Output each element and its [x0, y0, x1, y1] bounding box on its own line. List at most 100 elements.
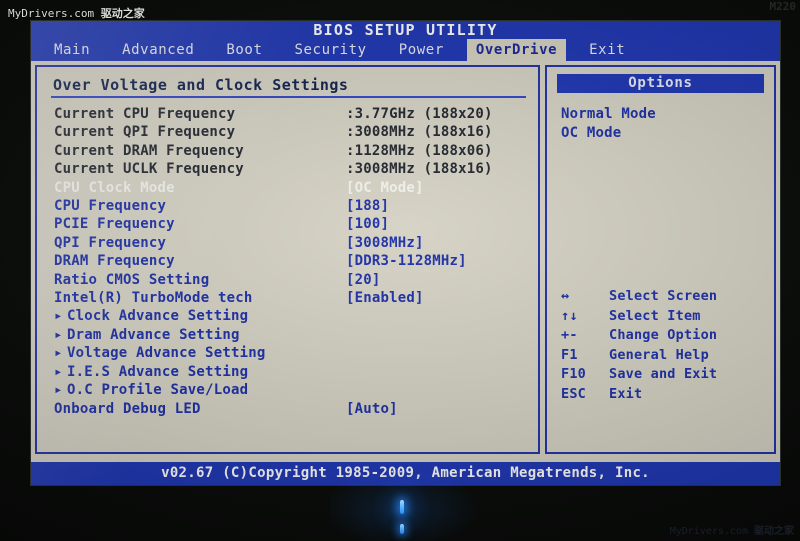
photograph-of-monitor: MyDrivers.com 驱动之家 M220 MyDrivers.com 驱动… [0, 0, 800, 541]
legend-general-help: F1 General Help [557, 346, 766, 366]
row-label: ▸ I.E.S Advance Setting [54, 363, 346, 381]
row-cpu-clock-mode[interactable]: CPU Clock Mode [OC Mode] [54, 179, 528, 197]
tab-power[interactable]: Power [390, 39, 453, 61]
row-label: ▸ Voltage Advance Setting [54, 344, 346, 362]
submenu-arrow-icon: ▸ [54, 326, 63, 343]
settings-list: Current CPU Frequency :3.77GHz (188x20) … [54, 105, 528, 418]
watermark-bottom-text-cn: 驱动之家 [754, 526, 794, 537]
row-voltage-advance-setting[interactable]: ▸ Voltage Advance Setting [54, 344, 528, 362]
row-label-text: Dram Advance Setting [67, 326, 240, 343]
row-value: [Auto] [346, 400, 398, 417]
tab-exit[interactable]: Exit [580, 39, 634, 61]
row-value: :3.77GHz (188x20) [346, 106, 493, 122]
row-dram-advance-setting[interactable]: ▸ Dram Advance Setting [54, 326, 528, 344]
menu-bar: Main Advanced Boot Security Power OverDr… [31, 39, 780, 61]
row-value: [Enabled] [346, 290, 424, 307]
plus-minus-key-icon: +- [561, 327, 578, 343]
legend-exit: ESC Exit [557, 385, 766, 405]
tab-advanced[interactable]: Advanced [113, 39, 203, 61]
panel-title: Over Voltage and Clock Settings [53, 76, 349, 94]
row-label: Ratio CMOS Setting [54, 271, 210, 288]
row-ies-advance-setting[interactable]: ▸ I.E.S Advance Setting [54, 363, 528, 381]
row-dram-frequency[interactable]: DRAM Frequency [DDR3-1128MHz] [54, 252, 528, 270]
up-down-arrow-icon: ↑↓ [561, 307, 578, 324]
tab-security[interactable]: Security [285, 39, 375, 61]
row-label: DRAM Frequency [54, 253, 175, 270]
row-current-dram-frequency: Current DRAM Frequency :1128MHz (188x06) [54, 142, 528, 160]
option-oc-mode[interactable]: OC Mode [561, 124, 766, 143]
submenu-arrow-icon: ▸ [54, 345, 63, 362]
legend-label: General Help [609, 346, 709, 363]
legend-label: Change Option [609, 327, 718, 343]
bios-screen: BIOS SETUP UTILITY Main Advanced Boot Se… [31, 21, 780, 485]
esc-key-icon: ESC [561, 385, 586, 402]
row-label-text: Voltage Advance Setting [67, 345, 266, 362]
row-clock-advance-setting[interactable]: ▸ Clock Advance Setting [54, 307, 528, 325]
legend-save-and-exit: F10 Save and Exit [557, 365, 766, 385]
row-oc-profile-save-load[interactable]: ▸ O.C Profile Save/Load [54, 381, 528, 399]
row-label: PCIE Frequency [54, 216, 175, 233]
options-list: Normal Mode OC Mode [561, 105, 766, 143]
row-current-qpi-frequency: Current QPI Frequency :3008MHz (188x16) [54, 123, 528, 141]
row-ratio-cmos-setting[interactable]: Ratio CMOS Setting [20] [54, 271, 528, 289]
options-header: Options [557, 74, 764, 93]
row-current-uclk-frequency: Current UCLK Frequency :3008MHz (188x16) [54, 160, 528, 178]
row-value: :3008MHz (188x16) [346, 161, 493, 178]
legend-label: Exit [609, 385, 643, 402]
row-value: [DDR3-1128MHz] [346, 253, 467, 270]
submenu-arrow-icon: ▸ [54, 308, 63, 325]
row-label: Current CPU Frequency [54, 106, 236, 122]
tab-overdrive[interactable]: OverDrive [466, 39, 567, 61]
legend-change-option: +- Change Option [557, 326, 766, 346]
row-label: Intel(R) TurboMode tech [54, 290, 253, 307]
left-right-arrow-icon: ↔ [561, 288, 570, 304]
row-onboard-debug-led[interactable]: Onboard Debug LED [Auto] [54, 400, 528, 418]
row-intel-turbomode-tech[interactable]: Intel(R) TurboMode tech [Enabled] [54, 289, 528, 307]
legend-label: Save and Exit [609, 366, 718, 382]
power-led-indicator [400, 500, 404, 514]
row-label: ▸ O.C Profile Save/Load [54, 381, 346, 399]
row-qpi-frequency[interactable]: QPI Frequency [3008MHz] [54, 234, 528, 252]
option-normal-mode[interactable]: Normal Mode [561, 105, 766, 124]
bios-body: Over Voltage and Clock Settings Current … [31, 61, 780, 456]
row-label-text: Clock Advance Setting [67, 308, 249, 325]
watermark-top-text: MyDrivers.com [8, 7, 101, 20]
watermark-bottom-text: MyDrivers.com [669, 526, 754, 537]
row-value: [20] [346, 271, 381, 288]
f1-key-icon: F1 [561, 346, 578, 363]
watermark-top-text-cn: 驱动之家 [100, 7, 145, 20]
submenu-arrow-icon: ▸ [54, 363, 63, 380]
bios-title: BIOS SETUP UTILITY [31, 21, 780, 39]
row-label: ▸ Clock Advance Setting [54, 307, 346, 325]
tab-main[interactable]: Main [45, 39, 99, 61]
title-divider [51, 96, 526, 98]
settings-panel: Over Voltage and Clock Settings Current … [35, 65, 540, 454]
legend-select-screen: ↔ Select Screen [557, 287, 766, 307]
row-cpu-frequency[interactable]: CPU Frequency [188] [54, 197, 528, 215]
watermark-bottom-right: MyDrivers.com 驱动之家 [670, 522, 794, 537]
led-glow-halo [330, 470, 480, 541]
key-legend: ↔ Select Screen ↑↓ Select Item +- Change… [557, 287, 766, 404]
row-label: Onboard Debug LED [54, 400, 201, 417]
row-pcie-frequency[interactable]: PCIE Frequency [100] [54, 215, 528, 233]
row-label-text: I.E.S Advance Setting [67, 363, 249, 380]
legend-select-item: ↑↓ Select Item [557, 307, 766, 327]
row-value: [188] [346, 198, 390, 215]
row-value: :1128MHz (188x06) [346, 142, 493, 159]
watermark-top-right: M220 [769, 0, 797, 13]
row-value: :3008MHz (188x16) [346, 124, 493, 141]
row-label: Current QPI Frequency [54, 124, 236, 141]
row-value: [3008MHz] [346, 234, 424, 251]
legend-label: Select Screen [609, 288, 718, 304]
row-label: ▸ Dram Advance Setting [54, 326, 346, 344]
row-value: [100] [346, 216, 390, 233]
row-value: [OC Mode] [346, 179, 424, 196]
row-label: CPU Frequency [54, 198, 167, 215]
row-label: Current UCLK Frequency [54, 161, 244, 178]
power-led-reflection [400, 524, 404, 534]
row-label-text: O.C Profile Save/Load [67, 382, 249, 399]
row-label: CPU Clock Mode [54, 179, 175, 196]
f10-key-icon: F10 [561, 366, 586, 382]
row-current-cpu-frequency: Current CPU Frequency :3.77GHz (188x20) [54, 105, 528, 123]
tab-boot[interactable]: Boot [217, 39, 271, 61]
